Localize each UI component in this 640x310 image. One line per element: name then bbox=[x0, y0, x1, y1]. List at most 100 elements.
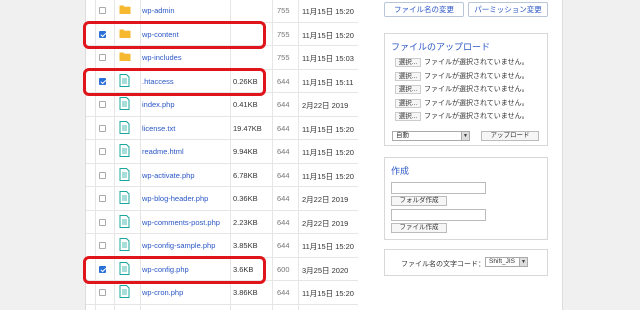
document-icon bbox=[119, 97, 130, 110]
file-date: 11月15日 15:20 bbox=[302, 242, 354, 251]
file-name[interactable]: index.php bbox=[142, 100, 175, 109]
file-name[interactable]: wp-cron.php bbox=[142, 288, 183, 297]
encoding-select[interactable]: Shift_JIS ▼ bbox=[485, 257, 528, 267]
file-checkbox[interactable] bbox=[99, 195, 106, 202]
file-row[interactable]: wp-cron.php 3.86KB 644 11月15日 15:20 bbox=[86, 281, 358, 305]
choose-file-button[interactable]: 選択... bbox=[395, 98, 421, 108]
selection-highlight bbox=[83, 67, 266, 96]
file-date: 11月15日 15:20 bbox=[302, 171, 354, 181]
choose-file-button[interactable]: 選択... bbox=[395, 112, 421, 121]
file-input-row: 選択... ファイルが選択されていません。 bbox=[395, 71, 529, 82]
document-icon bbox=[119, 120, 130, 134]
file-size: 9.94KB bbox=[233, 147, 258, 156]
file-row[interactable]: wp-blog-header.php 0.36KB 644 2月22日 2019 bbox=[86, 187, 358, 211]
file-row[interactable]: wp-admin 755 11月15日 15:20 bbox=[86, 0, 358, 23]
file-input-row: 選択... ファイルが選択されていません。 bbox=[395, 112, 529, 122]
file-permission: 755 bbox=[277, 6, 290, 15]
file-checkbox[interactable] bbox=[99, 124, 106, 132]
file-row[interactable]: index.php 0.41KB 644 2月22日 2019 bbox=[86, 93, 358, 117]
file-input-row: 選択... ファイルが選択されていません。 bbox=[395, 85, 529, 95]
file-row[interactable]: wp-comments-post.php 2.23KB 644 2月22日 2019 bbox=[86, 211, 358, 234]
choose-file-button[interactable]: 選択... bbox=[395, 85, 421, 94]
chevron-down-icon: ▼ bbox=[461, 132, 469, 140]
file-manager-panel: wp-admin 755 11月15日 15:20 wp-content 755 11月1… bbox=[83, 0, 563, 310]
file-name[interactable]: wp-admin bbox=[142, 6, 175, 15]
change-permission-button[interactable]: パーミッション変更 bbox=[468, 2, 548, 17]
folder-name-input[interactable] bbox=[391, 182, 486, 194]
file-size: 0.36KB bbox=[233, 194, 258, 203]
chevron-down-icon: ▼ bbox=[519, 258, 527, 266]
file-date: 11月15日 15:20 bbox=[302, 289, 354, 298]
file-date: 11月15日 15:11 bbox=[302, 77, 354, 87]
upload-button[interactable]: アップロード bbox=[481, 131, 539, 141]
file-date: 2月22日 2019 bbox=[302, 195, 349, 204]
create-folder-button[interactable]: フォルダ作成 bbox=[391, 196, 447, 206]
file-row[interactable]: wp-config.php 3.6KB 600 3月25日 2020 bbox=[83, 255, 358, 284]
no-file-text: ファイルが選択されていません。 bbox=[424, 99, 529, 107]
document-icon bbox=[119, 167, 130, 181]
file-permission: 755 bbox=[277, 29, 290, 39]
file-date: 11月15日 15:20 bbox=[302, 148, 354, 157]
file-name[interactable]: wp-includes bbox=[142, 53, 182, 62]
file-name[interactable]: license.txt bbox=[142, 124, 175, 133]
file-name[interactable]: wp-comments-post.php bbox=[142, 218, 220, 227]
document-icon bbox=[119, 191, 130, 204]
file-name[interactable]: wp-activate.php bbox=[142, 171, 195, 180]
choose-file-button[interactable]: 選択... bbox=[395, 71, 421, 81]
document-icon bbox=[119, 238, 130, 251]
encoding-value: Shift_JIS bbox=[489, 258, 516, 265]
file-row[interactable]: wp-activate.php 6.78KB 644 11月15日 15:20 bbox=[86, 164, 358, 187]
rename-button[interactable]: ファイル名の変更 bbox=[384, 2, 464, 17]
file-size: 3.86KB bbox=[233, 288, 258, 297]
document-icon bbox=[119, 214, 130, 228]
file-date: 3月25日 2020 bbox=[302, 265, 349, 275]
document-icon bbox=[119, 285, 130, 298]
upload-title: ファイルのアップロード bbox=[391, 42, 491, 52]
file-name[interactable]: wp-config-sample.php bbox=[142, 241, 215, 250]
file-checkbox[interactable] bbox=[99, 289, 106, 296]
file-date: 11月15日 15:20 bbox=[302, 124, 354, 134]
file-checkbox[interactable] bbox=[99, 148, 106, 155]
encoding-label: ファイル名の文字コード： bbox=[401, 261, 485, 268]
file-row[interactable]: license.txt 19.47KB 644 11月15日 15:20 bbox=[86, 117, 358, 140]
file-permission: 644 bbox=[277, 76, 290, 86]
file-checkbox[interactable] bbox=[99, 7, 106, 14]
file-input-row: 選択... ファイルが選択されていません。 bbox=[395, 58, 529, 68]
no-file-text: ファイルが選択されていません。 bbox=[424, 59, 529, 66]
file-checkbox[interactable] bbox=[99, 218, 106, 226]
upload-mode-value: 自動 bbox=[396, 132, 409, 139]
selection-highlight bbox=[83, 20, 266, 49]
file-size: 19.47KB bbox=[233, 123, 262, 133]
file-row[interactable]: wp-includes 755 11月15日 15:03 bbox=[86, 46, 358, 70]
file-row[interactable]: wp-config-sample.php 3.85KB 644 11月15日 15:2… bbox=[86, 234, 358, 258]
upload-mode-select[interactable]: 自動 ▼ bbox=[392, 131, 470, 141]
folder-icon bbox=[119, 3, 131, 16]
file-row[interactable]: wp-content 755 11月15日 15:20 bbox=[83, 20, 358, 49]
file-permission: 600 bbox=[277, 264, 290, 274]
file-size: 0.41KB bbox=[233, 100, 258, 109]
file-size: 2.23KB bbox=[233, 217, 258, 227]
file-name[interactable]: wp-blog-header.php bbox=[142, 194, 208, 203]
folder-icon bbox=[119, 50, 131, 63]
file-permission: 644 bbox=[277, 288, 290, 297]
file-date: 11月15日 15:03 bbox=[302, 54, 354, 63]
file-name-input[interactable] bbox=[391, 209, 486, 221]
file-checkbox[interactable] bbox=[99, 101, 106, 108]
create-panel: 作成 フォルダ作成 ファイル作成 bbox=[384, 157, 548, 240]
upload-panel: ファイルのアップロード 選択... ファイルが選択されていません。 選択... ファイ… bbox=[384, 33, 548, 146]
file-permission: 644 bbox=[277, 217, 290, 227]
file-row[interactable]: readme.html 9.94KB 644 11月15日 15:20 bbox=[86, 140, 358, 164]
file-permission: 644 bbox=[277, 123, 290, 133]
create-file-button[interactable]: ファイル作成 bbox=[391, 223, 447, 233]
file-permission: 644 bbox=[277, 241, 290, 250]
selection-highlight bbox=[83, 255, 266, 284]
file-checkbox[interactable] bbox=[99, 242, 106, 249]
file-name[interactable]: readme.html bbox=[142, 147, 184, 156]
document-icon bbox=[119, 144, 130, 157]
file-permission: 644 bbox=[277, 194, 290, 203]
file-row[interactable]: .htaccess 0.26KB 644 11月15日 15:11 bbox=[83, 67, 358, 96]
file-checkbox[interactable] bbox=[99, 171, 106, 179]
file-permission: 644 bbox=[277, 170, 290, 180]
file-checkbox[interactable] bbox=[99, 54, 106, 61]
choose-file-button[interactable]: 選択... bbox=[395, 58, 421, 67]
